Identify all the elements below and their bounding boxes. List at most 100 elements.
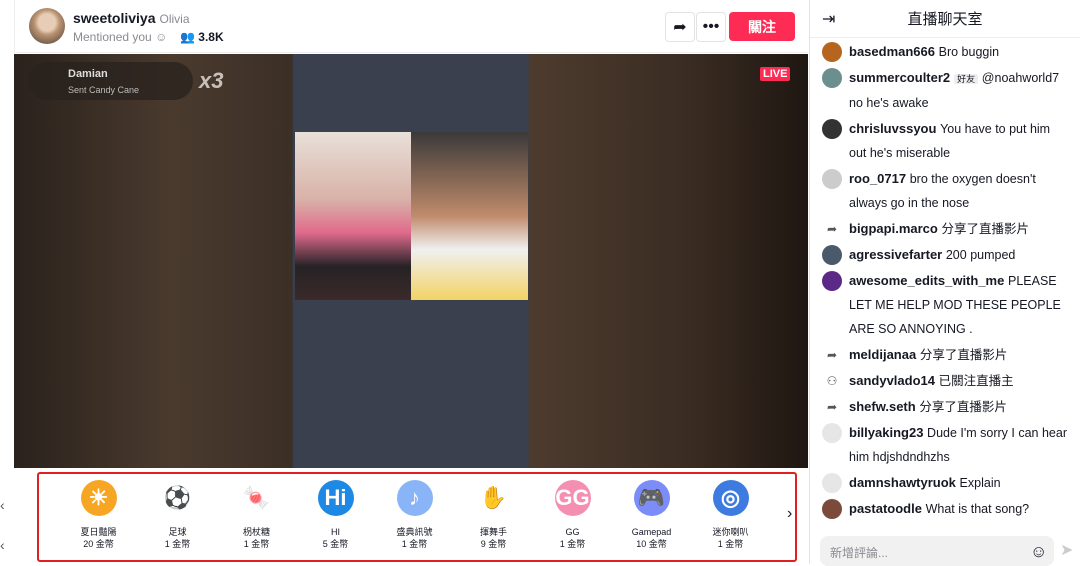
gift-item[interactable]: 🍬 枴杖糖 1 金幣 — [217, 474, 296, 560]
message-body: bigpapi.marco 分享了直播影片 — [849, 217, 1029, 241]
more-button[interactable]: ••• — [696, 12, 726, 42]
gift-price: 20 金幣 — [83, 539, 114, 549]
gift-item[interactable]: ✋ 揮舞手 9 金幣 — [454, 474, 533, 560]
video-feed-left — [295, 132, 411, 300]
gift-item[interactable]: ☀ 夏日豔陽 20 金幣 — [59, 474, 138, 560]
collapse-arrow-icon[interactable]: ⇥ — [822, 9, 835, 29]
gift-price: 10 金幣 — [636, 539, 667, 549]
share-arrow-icon: ➦ — [673, 19, 687, 36]
more-dots-icon: ••• — [702, 18, 720, 35]
send-icon[interactable]: ➤ — [1060, 540, 1073, 560]
chat-username[interactable]: shefw.seth — [849, 399, 916, 414]
gift-text: Sent Candy Cane — [68, 85, 140, 95]
gift-price: 1 金幣 — [559, 539, 586, 549]
chat-message: agressivefarter 200 pumped — [810, 241, 1080, 267]
chat-username[interactable]: meldijanaa — [849, 347, 916, 362]
message-body: pastatoodle What is that song? — [849, 497, 1029, 521]
people-icon: 👥 — [180, 30, 195, 44]
friend-badge: 好友 — [954, 74, 979, 84]
chat-message: chrisluvssyou You have to put him out he… — [810, 115, 1080, 165]
gift-icon: 🎮 — [633, 480, 670, 516]
gift-name: 夏日豔陽 — [80, 527, 117, 537]
chat-username[interactable]: roo_0717 — [849, 171, 906, 186]
emoji-icon[interactable]: ☺ — [1030, 542, 1047, 562]
chat-message: ➦ bigpapi.marco 分享了直播影片 — [810, 215, 1080, 241]
live-badge: LIVE — [760, 67, 791, 81]
gift-icon: ✋ — [479, 485, 508, 510]
chat-message: pastatoodle What is that song? — [810, 495, 1080, 521]
chevron-left-icon[interactable]: ‹ — [0, 497, 5, 513]
comment-input[interactable]: 新增評論... ☺ — [820, 536, 1054, 566]
video-feed-right — [411, 132, 528, 300]
gift-next-chevron-icon[interactable]: › — [787, 505, 792, 523]
chat-text: Bro buggin — [938, 45, 1000, 59]
gift-item[interactable]: ♪ 盛典訊號 1 金幣 — [375, 474, 454, 560]
chevron-left-icon[interactable]: ‹ — [0, 537, 5, 553]
chat-username[interactable]: bigpapi.marco — [849, 221, 938, 236]
gift-item[interactable]: ⚽ 足球 1 金幣 — [138, 474, 217, 560]
user-avatar[interactable] — [822, 42, 842, 62]
user-avatar[interactable] — [822, 423, 842, 443]
gift-price: 9 金幣 — [480, 539, 507, 549]
message-body: sandyvlado14 已關注直播主 — [849, 369, 1014, 393]
share-icon: ➦ — [826, 348, 838, 362]
chat-text: 分享了直播影片 — [919, 400, 1007, 414]
stream-header: sweetoliviya Olivia Mentioned you ☺ 👥 3.8… — [14, 0, 808, 53]
message-body: summercoulter2 好友 @noahworld7 no he's awa… — [849, 66, 1068, 115]
gift-name: 足球 — [168, 527, 187, 537]
chat-username[interactable]: chrisluvssyou — [849, 121, 936, 136]
streamer-nickname: Olivia — [159, 12, 190, 26]
chat-username[interactable]: agressivefarter — [849, 247, 942, 262]
live-video[interactable]: Damian Sent Candy Cane x3 LIVE — [14, 54, 808, 468]
chat-username[interactable]: awesome_edits_with_me — [849, 273, 1004, 288]
chat-text: What is that song? — [925, 502, 1030, 516]
gift-item[interactable]: ◎ 迷你喇叭 1 金幣 — [691, 474, 770, 560]
gift-icon: ☀ — [80, 480, 117, 516]
chat-message: awesome_edits_with_me PLEASE LET ME HELP… — [810, 267, 1080, 341]
chat-messages[interactable]: basedman666 Bro buggin summercoulter2 好友 @… — [810, 38, 1080, 521]
user-avatar[interactable] — [822, 473, 842, 493]
streamer-username[interactable]: sweetoliviya Olivia — [73, 10, 190, 26]
user-avatar[interactable] — [822, 499, 842, 519]
gift-price: 1 金幣 — [164, 539, 191, 549]
gift-item[interactable]: Hi HI 5 金幣 — [296, 474, 375, 560]
user-avatar[interactable] — [822, 68, 842, 88]
share-button[interactable]: ➦ — [665, 12, 695, 42]
message-body: awesome_edits_with_me PLEASE LET ME HELP… — [849, 269, 1068, 341]
gift-item[interactable]: GG GG 1 金幣 — [533, 474, 612, 560]
chat-username[interactable]: sandyvlado14 — [849, 373, 935, 388]
chat-message: ⚇ sandyvlado14 已關注直播主 — [810, 367, 1080, 393]
subtitle-text: Mentioned you — [73, 30, 152, 44]
gift-price: 1 金幣 — [401, 539, 428, 549]
chat-username[interactable]: damnshawtyruok — [849, 475, 956, 490]
chat-message: damnshawtyruok Explain — [810, 469, 1080, 495]
chat-username[interactable]: summercoulter2 — [849, 70, 950, 85]
message-body: chrisluvssyou You have to put him out he… — [849, 117, 1068, 165]
chat-username[interactable]: basedman666 — [849, 44, 935, 59]
comment-placeholder: 新增評論... — [830, 546, 889, 560]
chat-username[interactable]: billyaking23 — [849, 425, 923, 440]
chat-text: 分享了直播影片 — [941, 222, 1029, 236]
gift-item[interactable]: 🎮 Gamepad 10 金幣 — [612, 474, 691, 560]
user-avatar[interactable] — [822, 169, 842, 189]
user-avatar[interactable] — [822, 245, 842, 265]
gift-name: 枴杖糖 — [242, 527, 270, 537]
user-avatar[interactable] — [822, 119, 842, 139]
share-icon: ➦ — [826, 222, 838, 236]
user-avatar[interactable] — [822, 271, 842, 291]
chat-username[interactable]: pastatoodle — [849, 501, 922, 516]
message-body: basedman666 Bro buggin — [849, 40, 999, 64]
live-chat-panel: ⇥ 直播聊天室 basedman666 Bro buggin summercoul… — [809, 0, 1080, 566]
message-body: roo_0717 bro the oxygen doesn't always g… — [849, 167, 1068, 215]
chat-text: 200 pumped — [945, 248, 1016, 262]
username-text: sweetoliviya — [73, 10, 156, 26]
chat-text: 分享了直播影片 — [919, 348, 1008, 362]
chat-message: ➦ meldijanaa 分享了直播影片 — [810, 341, 1080, 367]
gift-name: 迷你喇叭 — [712, 527, 749, 537]
follow-button[interactable]: 關注 — [729, 12, 795, 41]
chat-message: summercoulter2 好友 @noahworld7 no he's awa… — [810, 64, 1080, 115]
streamer-avatar[interactable] — [29, 8, 65, 44]
gift-sender: Damian — [68, 68, 108, 80]
message-body: billyaking23 Dude I'm sorry I can hear h… — [849, 421, 1068, 469]
chat-message: basedman666 Bro buggin — [810, 38, 1080, 64]
